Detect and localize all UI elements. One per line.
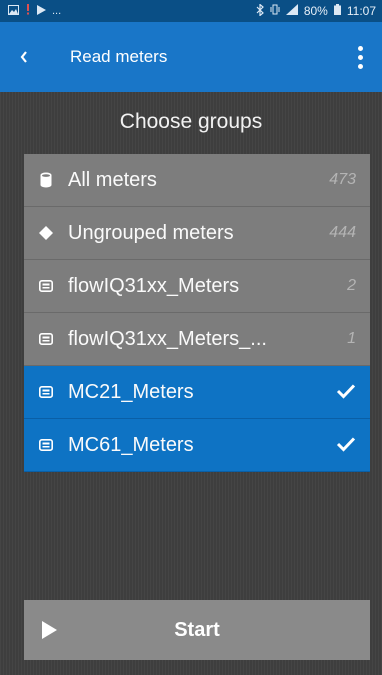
main-content: Choose groups All meters 473 Ungrouped m…: [0, 92, 382, 675]
start-button[interactable]: Start: [24, 600, 370, 660]
group-count: 473: [329, 171, 356, 188]
cell-signal-icon: [285, 4, 298, 18]
group-row-mc21-meters[interactable]: MC21_Meters: [24, 366, 370, 419]
group-count: 444: [329, 224, 356, 241]
diamond-icon: [24, 226, 68, 240]
group-label: All meters: [68, 168, 157, 191]
bluetooth-icon: [256, 2, 264, 19]
start-button-label: Start: [174, 618, 220, 641]
vibrate-icon: [270, 4, 280, 18]
status-bar: ... 80% 11:07: [0, 0, 382, 22]
group-row-all-meters[interactable]: All meters 473: [24, 154, 370, 207]
app-bar: Read meters: [0, 22, 382, 92]
group-row-flowiq31xx-meters-2[interactable]: flowIQ31xx_Meters_... 1: [24, 313, 370, 366]
meter-icon: [24, 333, 68, 345]
battery-icon: [333, 4, 341, 18]
meter-icon: [24, 386, 68, 398]
image-icon: [8, 4, 19, 18]
meter-icon: [24, 280, 68, 292]
checkmark-icon: [336, 432, 370, 458]
status-more: ...: [52, 5, 62, 17]
more-vert-icon: [357, 45, 363, 69]
checkmark-icon: [336, 379, 370, 405]
battery-percent: 80%: [303, 4, 328, 18]
group-count: 2: [347, 277, 356, 294]
group-row-flowiq31xx-meters[interactable]: flowIQ31xx_Meters 2: [24, 260, 370, 313]
page-title: Read meters: [70, 47, 168, 66]
group-label: flowIQ31xx_Meters: [68, 274, 240, 297]
group-label: MC61_Meters: [68, 433, 194, 456]
section-title: Choose groups: [119, 110, 263, 133]
play-store-icon: [37, 4, 46, 18]
group-label: MC21_Meters: [68, 380, 194, 403]
clock: 11:07: [346, 4, 376, 18]
meter-icon: [24, 439, 68, 451]
play-icon: [42, 621, 57, 639]
overflow-menu-button[interactable]: [338, 22, 382, 92]
group-label: Ungrouped meters: [68, 221, 234, 244]
group-list: All meters 473 Ungrouped meters 444 flow…: [24, 154, 370, 472]
chevron-left-icon: [20, 51, 27, 63]
group-row-ungrouped-meters[interactable]: Ungrouped meters 444: [24, 207, 370, 260]
cylinder-icon: [24, 172, 68, 188]
status-left: ...: [8, 4, 61, 18]
group-label: flowIQ31xx_Meters_...: [68, 327, 267, 350]
group-row-mc61-meters[interactable]: MC61_Meters: [24, 419, 370, 472]
back-button[interactable]: [0, 22, 48, 92]
group-count: 1: [347, 330, 356, 347]
status-right: 80% 11:07: [256, 2, 376, 19]
signal-alert-icon: [25, 4, 31, 18]
